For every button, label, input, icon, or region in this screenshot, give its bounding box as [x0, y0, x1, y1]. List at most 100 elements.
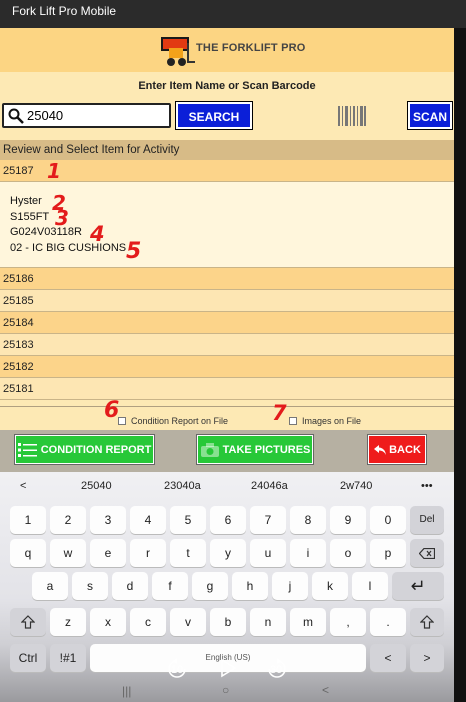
forward-seconds: 30	[270, 664, 283, 676]
symbols-key[interactable]: !#1	[50, 644, 86, 672]
item-make: Hyster	[10, 195, 42, 207]
key[interactable]: v	[170, 608, 206, 636]
key[interactable]: e	[90, 539, 126, 567]
key[interactable]: g	[192, 572, 228, 600]
key-comma[interactable]: ,	[330, 608, 366, 636]
list-item-selected[interactable]: 25187	[0, 160, 454, 182]
key[interactable]: 8	[290, 506, 326, 534]
back-button[interactable]: BACK	[367, 434, 427, 465]
scan-button[interactable]: SCAN	[407, 101, 453, 130]
suggestion[interactable]: 2w740	[340, 480, 372, 492]
search-input[interactable]: 25040	[2, 103, 171, 128]
list-item[interactable]: 25183	[0, 334, 454, 356]
search-value: 25040	[27, 108, 64, 123]
key[interactable]: s	[72, 572, 108, 600]
logo-banner: THE FORKLIFT PRO	[0, 28, 454, 72]
list-item[interactable]: 25182	[0, 356, 454, 378]
key[interactable]: c	[130, 608, 166, 636]
list-item[interactable]: 25181	[0, 378, 454, 400]
screen-edge	[454, 28, 466, 702]
take-pictures-button[interactable]: TAKE PICTURES	[196, 434, 314, 465]
condition-report-button[interactable]: CONDITION REPORT	[14, 434, 155, 465]
back-button-label: BACK	[389, 443, 421, 456]
suggestion-bar: < 25040 23040a 24046a 2w740 •••	[0, 472, 454, 500]
key[interactable]: 2	[50, 506, 86, 534]
home-icon[interactable]: ○	[222, 683, 229, 697]
images-checkbox[interactable]: Images on File	[289, 416, 361, 426]
suggestion[interactable]: 25040	[81, 480, 112, 492]
checkbox-box	[289, 417, 297, 425]
key[interactable]: f	[152, 572, 188, 600]
search-button[interactable]: SEARCH	[175, 101, 253, 130]
suggestion-back-icon[interactable]: <	[20, 480, 26, 492]
key[interactable]: y	[210, 539, 246, 567]
key[interactable]: 1	[10, 506, 46, 534]
key[interactable]: h	[232, 572, 268, 600]
key[interactable]: t	[170, 539, 206, 567]
images-label: Images on File	[302, 416, 362, 426]
annotation-4: 4	[90, 222, 105, 246]
barcode-icon[interactable]	[338, 106, 366, 126]
key-period[interactable]: .	[370, 608, 406, 636]
key[interactable]: q	[10, 539, 46, 567]
key[interactable]: n	[250, 608, 286, 636]
list-item[interactable]: 25184	[0, 312, 454, 334]
rewind-seconds: 10	[171, 664, 184, 676]
key[interactable]: 7	[250, 506, 286, 534]
key[interactable]: u	[250, 539, 286, 567]
logo-text: THE FORKLIFT PRO	[196, 42, 306, 54]
shift-arrow-icon	[419, 615, 435, 629]
key[interactable]: b	[210, 608, 246, 636]
nav-back-icon[interactable]: <	[322, 683, 329, 697]
key[interactable]: j	[272, 572, 308, 600]
key[interactable]: 0	[370, 506, 406, 534]
suggestion[interactable]: 23040a	[164, 480, 201, 492]
cursor-left-key[interactable]: <	[370, 644, 406, 672]
shift-key-right[interactable]	[410, 608, 444, 636]
annotation-3: 3	[55, 206, 69, 230]
shift-key[interactable]	[10, 608, 46, 636]
key[interactable]: m	[290, 608, 326, 636]
key[interactable]: i	[290, 539, 326, 567]
annotation-6: 6	[104, 398, 120, 423]
action-bar: CONDITION REPORT TAKE PICTURES BACK	[0, 430, 454, 472]
key[interactable]: z	[50, 608, 86, 636]
key[interactable]: r	[130, 539, 166, 567]
key[interactable]: a	[32, 572, 68, 600]
ctrl-key[interactable]: Ctrl	[10, 644, 46, 672]
recents-icon[interactable]: |||	[122, 684, 131, 698]
key[interactable]: 3	[90, 506, 126, 534]
key[interactable]: 6	[210, 506, 246, 534]
suggestion[interactable]: 24046a	[251, 480, 288, 492]
play-icon	[221, 658, 237, 678]
key[interactable]: d	[112, 572, 148, 600]
condition-report-button-label: CONDITION REPORT	[40, 443, 152, 456]
back-arrow-icon	[374, 444, 387, 455]
key[interactable]: l	[352, 572, 388, 600]
more-suggestions-icon[interactable]: •••	[421, 480, 433, 492]
key[interactable]: 9	[330, 506, 366, 534]
list-icon	[17, 442, 37, 457]
annotation-7: 7	[272, 401, 287, 425]
key[interactable]: w	[50, 539, 86, 567]
list-item[interactable]: 25186	[0, 268, 454, 290]
file-status-bar: Condition Report on File Images on File	[0, 406, 454, 430]
delete-key[interactable]: Del	[410, 506, 444, 534]
key[interactable]: x	[90, 608, 126, 636]
play-control[interactable]	[219, 658, 237, 681]
camera-icon	[200, 442, 219, 457]
item-type: 02 - IC BIG CUSHIONS	[10, 241, 127, 254]
condition-report-checkbox[interactable]: Condition Report on File	[118, 416, 228, 426]
backspace-key[interactable]	[410, 539, 444, 567]
list-item[interactable]: 25185	[0, 290, 454, 312]
key[interactable]: p	[370, 539, 406, 567]
enter-key[interactable]: ↵	[392, 572, 444, 600]
key[interactable]: o	[330, 539, 366, 567]
key[interactable]: 5	[170, 506, 206, 534]
key[interactable]: 4	[130, 506, 166, 534]
item-id: 25187	[3, 165, 34, 177]
key[interactable]: k	[312, 572, 348, 600]
condition-report-label: Condition Report on File	[131, 416, 229, 426]
forklift-logo-icon	[161, 37, 195, 66]
cursor-right-key[interactable]: >	[410, 644, 444, 672]
